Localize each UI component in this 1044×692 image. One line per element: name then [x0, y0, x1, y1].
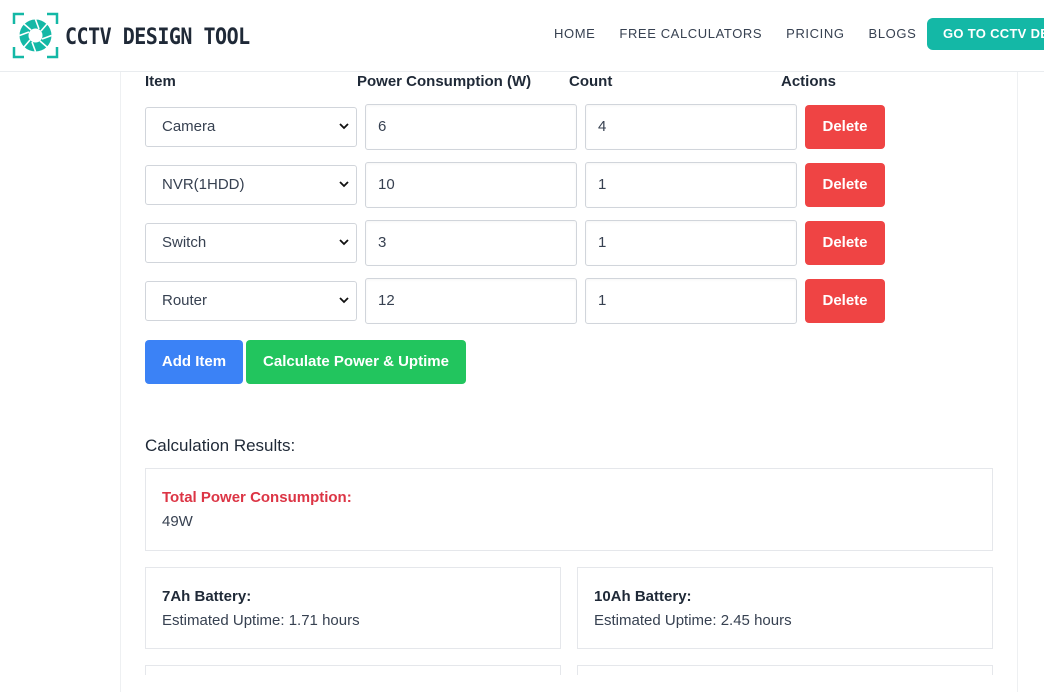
- count-input-value: 4: [598, 118, 607, 135]
- table-row: Camera 6 4 Delete: [145, 104, 905, 150]
- nav-free-calculators[interactable]: FREE CALCULATORS: [619, 26, 762, 41]
- battery-uptime: Estimated Uptime: 2.45 hours: [594, 612, 792, 629]
- item-select-value: Router: [162, 292, 208, 309]
- table-row: Switch 3 1 Delete: [145, 220, 905, 266]
- go-to-cctv-design-button[interactable]: GO TO CCTV DESIGN: [927, 18, 1044, 50]
- battery-label: 7Ah Battery:: [162, 588, 252, 605]
- battery-10ah-box: 10Ah Battery: Estimated Uptime: 2.45 hou…: [577, 567, 993, 649]
- add-item-button[interactable]: Add Item: [145, 340, 243, 384]
- site-header: CCTV DESIGN TOOL HOME FREE CALCULATORS P…: [0, 0, 1044, 72]
- brand-logo[interactable]: CCTV DESIGN TOOL: [12, 12, 250, 59]
- delete-button[interactable]: Delete: [805, 105, 885, 149]
- item-select[interactable]: Camera: [145, 107, 357, 147]
- item-select-value: Switch: [162, 234, 207, 251]
- column-header-item: Item: [145, 73, 176, 90]
- item-select[interactable]: Switch: [145, 223, 357, 263]
- table-row: Router 12 1 Delete: [145, 278, 905, 324]
- power-input[interactable]: 12: [365, 278, 577, 324]
- nav-pricing[interactable]: PRICING: [786, 26, 844, 41]
- column-header-count: Count: [569, 73, 613, 90]
- total-power-value: 49W: [162, 513, 193, 530]
- camera-aperture-icon: [12, 12, 59, 59]
- count-input-value: 1: [598, 176, 607, 193]
- power-input[interactable]: 6: [365, 104, 577, 150]
- delete-button[interactable]: Delete: [805, 221, 885, 265]
- delete-button[interactable]: Delete: [805, 163, 885, 207]
- power-input[interactable]: 10: [365, 162, 577, 208]
- count-input[interactable]: 4: [585, 104, 797, 150]
- table-row: NVR(1HDD) 10 1 Delete: [145, 162, 905, 208]
- count-input[interactable]: 1: [585, 162, 797, 208]
- chevron-down-icon: [339, 297, 349, 304]
- chevron-down-icon: [339, 123, 349, 130]
- item-select-value: Camera: [162, 118, 216, 135]
- column-header-power: Power Consumption (W): [357, 73, 532, 90]
- nav-blogs[interactable]: BLOGS: [869, 26, 917, 41]
- count-input[interactable]: 1: [585, 278, 797, 324]
- result-box-partial: [577, 665, 993, 675]
- battery-uptime: Estimated Uptime: 1.71 hours: [162, 612, 360, 629]
- column-header-actions: Actions: [781, 73, 837, 90]
- power-input-value: 12: [378, 292, 395, 309]
- total-power-box: Total Power Consumption: 49W: [145, 468, 993, 551]
- total-power-label: Total Power Consumption:: [162, 489, 352, 506]
- chevron-down-icon: [339, 239, 349, 246]
- count-input-value: 1: [598, 292, 607, 309]
- battery-7ah-box: 7Ah Battery: Estimated Uptime: 1.71 hour…: [145, 567, 561, 649]
- power-input-value: 10: [378, 176, 395, 193]
- main-nav: HOME FREE CALCULATORS PRICING BLOGS: [554, 26, 916, 41]
- power-input[interactable]: 3: [365, 220, 577, 266]
- battery-label: 10Ah Battery:: [594, 588, 692, 605]
- item-select[interactable]: Router: [145, 281, 357, 321]
- nav-home[interactable]: HOME: [554, 26, 595, 41]
- item-select-value: NVR(1HDD): [162, 176, 245, 193]
- count-input[interactable]: 1: [585, 220, 797, 266]
- brand-name: CCTV DESIGN TOOL: [65, 22, 250, 49]
- power-input-value: 3: [378, 234, 387, 251]
- result-box-partial: [145, 665, 561, 675]
- results-heading: Calculation Results:: [145, 436, 296, 455]
- calculate-button[interactable]: Calculate Power & Uptime: [246, 340, 466, 384]
- item-select[interactable]: NVR(1HDD): [145, 165, 357, 205]
- delete-button[interactable]: Delete: [805, 279, 885, 323]
- power-input-value: 6: [378, 118, 387, 135]
- chevron-down-icon: [339, 181, 349, 188]
- count-input-value: 1: [598, 234, 607, 251]
